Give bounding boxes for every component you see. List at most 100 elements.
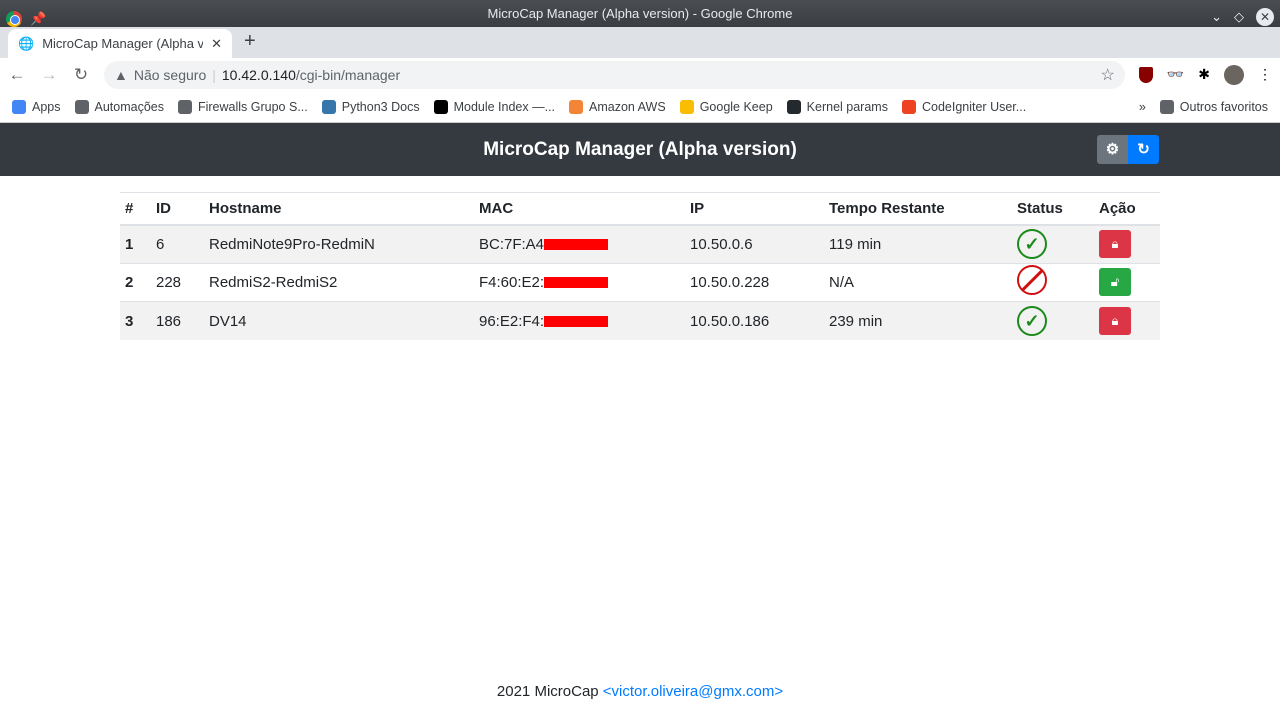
- forward-icon[interactable]: →: [40, 65, 58, 85]
- maximize-icon[interactable]: ◇: [1234, 3, 1244, 30]
- apps-grid-icon: [12, 99, 26, 114]
- settings-button[interactable]: ⚙: [1097, 135, 1128, 164]
- mac: F4:60:E2:: [479, 273, 545, 291]
- device-id: 186: [151, 301, 204, 340]
- page-title: MicroCap Manager (Alpha version): [483, 139, 797, 160]
- folder-icon: [74, 99, 89, 114]
- minimize-icon[interactable]: ⌄: [1211, 3, 1222, 30]
- bookmark-item[interactable]: Module Index —...: [433, 99, 555, 114]
- redaction-bar: [544, 316, 609, 328]
- close-tab-icon[interactable]: ✕: [211, 36, 222, 52]
- footer: 2021 MicroCap <victor.oliveira@gmx.com>: [0, 683, 1280, 700]
- mac-cell: F4:60:E2:: [474, 262, 685, 302]
- codeigniter-icon: [901, 99, 916, 114]
- extensions-puzzle-icon[interactable]: ✱: [1198, 66, 1210, 83]
- table-row: 3 186 DV14 96:E2:F4: 10.50.0.186 239 min…: [120, 301, 1160, 340]
- ip: 10.50.0.228: [685, 262, 824, 302]
- window-titlebar: 📌 MicroCap Manager (Alpha version) - Goo…: [0, 0, 1280, 27]
- device-id: 6: [151, 224, 204, 263]
- table-row: 2 228 RedmiS2-RedmiS2 F4:60:E2: 10.50.0.…: [120, 262, 1160, 302]
- column-header: #: [120, 192, 151, 226]
- table-row: 1 6 RedmiNote9Pro-RedmiN BC:7F:A4 10.50.…: [120, 224, 1160, 263]
- lock-button[interactable]: 🔒︎: [1099, 307, 1131, 335]
- tab-title: MicroCap Manager (Alpha version): [42, 36, 204, 51]
- column-header: Hostname: [204, 192, 474, 226]
- ban-icon: [1017, 265, 1047, 296]
- globe-icon: 🌐: [18, 35, 35, 51]
- column-header: ID: [151, 192, 204, 226]
- column-header: Tempo Restante: [824, 192, 1012, 226]
- new-tab-button[interactable]: +: [244, 30, 256, 53]
- ublock-icon[interactable]: [1138, 66, 1153, 83]
- tab-strip: 🌐 MicroCap Manager (Alpha version) ✕ +: [0, 27, 1280, 58]
- column-header: IP: [685, 192, 824, 226]
- tab-microcap[interactable]: 🌐 MicroCap Manager (Alpha version) ✕: [8, 29, 232, 58]
- hostname: RedmiNote9Pro-RedmiN: [204, 224, 474, 263]
- bookmark-item[interactable]: Automações: [74, 99, 164, 114]
- footer-text: 2021 MicroCap: [496, 683, 603, 700]
- browser-toolbar: ← → ↻ ▲ Não seguro | 10.42.0.140/cgi-bin…: [0, 58, 1280, 91]
- column-header: Status: [1012, 192, 1094, 226]
- app-header: MicroCap Manager (Alpha version) ⚙ ↻: [0, 123, 1280, 176]
- folder-icon: [1159, 99, 1174, 114]
- author-email-link[interactable]: <victor.oliveira@gmx.com>: [603, 683, 783, 700]
- mac-cell: BC:7F:A4: [474, 224, 685, 263]
- bookmark-item[interactable]: CodeIgniter User...: [901, 99, 1026, 114]
- profile-avatar[interactable]: [1224, 64, 1244, 85]
- action-cell: 🔓︎: [1094, 262, 1160, 302]
- unlock-button[interactable]: 🔓︎: [1099, 268, 1131, 297]
- status-cell: [1012, 262, 1094, 302]
- security-label: Não seguro: [133, 66, 207, 83]
- refresh-button[interactable]: ↻: [1128, 135, 1159, 164]
- python-icon: [321, 99, 336, 114]
- bookmarks-bar: Apps Automações Firewalls Grupo S... Python…: [0, 91, 1280, 123]
- github-icon: [786, 99, 801, 114]
- chrome-logo-icon: [6, 10, 22, 27]
- time-remaining: 119 min: [824, 224, 1012, 263]
- ip: 10.50.0.186: [685, 301, 824, 340]
- reload-icon[interactable]: ↻: [72, 65, 90, 85]
- bookmark-item[interactable]: Amazon AWS: [569, 99, 666, 114]
- device-id: 228: [151, 262, 204, 302]
- status-cell: ✓: [1012, 224, 1094, 263]
- hostname: RedmiS2-RedmiS2: [204, 262, 474, 302]
- window-title: MicroCap Manager (Alpha version) - Googl…: [487, 6, 793, 21]
- bookmark-item[interactable]: Python3 Docs: [321, 99, 420, 114]
- row-number: 3: [120, 301, 151, 340]
- other-bookmarks[interactable]: Outros favoritos: [1159, 99, 1268, 114]
- column-header: MAC: [474, 192, 685, 226]
- back-icon[interactable]: ←: [8, 65, 26, 85]
- url-path: /cgi-bin/manager: [295, 66, 401, 83]
- row-number: 1: [120, 224, 151, 263]
- bookmark-item[interactable]: Google Keep: [679, 99, 773, 114]
- extension-mask-icon[interactable]: 👓: [1167, 66, 1184, 83]
- hostname: DV14: [204, 301, 474, 340]
- check-circle-icon: ✓: [1017, 229, 1047, 259]
- action-cell: 🔒︎: [1094, 301, 1160, 340]
- keep-icon: [679, 99, 694, 114]
- bookmark-item[interactable]: Kernel params: [786, 99, 888, 114]
- warning-icon: ▲: [114, 66, 128, 83]
- lock-button[interactable]: 🔒︎: [1099, 230, 1131, 258]
- mac: 96:E2:F4:: [479, 312, 545, 330]
- address-bar[interactable]: ▲ Não seguro | 10.42.0.140/cgi-bin/manag…: [104, 60, 1125, 89]
- action-cell: 🔒︎: [1094, 224, 1160, 263]
- mac-cell: 96:E2:F4:: [474, 301, 685, 340]
- aws-icon: [569, 99, 584, 114]
- bookmark-item[interactable]: Apps: [12, 99, 61, 114]
- row-number: 2: [120, 262, 151, 302]
- bookmark-item[interactable]: Firewalls Grupo S...: [177, 99, 308, 114]
- redaction-bar: [544, 239, 609, 251]
- more-bookmarks-icon[interactable]: »: [1139, 100, 1146, 114]
- check-circle-icon: ✓: [1017, 306, 1047, 336]
- devices-table: # ID Hostname MAC IP Tempo Restante Status Ação…: [120, 192, 1160, 340]
- ip: 10.50.0.6: [685, 224, 824, 263]
- status-cell: ✓: [1012, 301, 1094, 340]
- ansible-icon: [433, 99, 448, 114]
- mac: BC:7F:A4: [479, 235, 545, 253]
- bookmark-star-icon[interactable]: ☆: [1100, 65, 1114, 85]
- close-window-icon[interactable]: ✕: [1256, 7, 1274, 26]
- redaction-bar: [544, 277, 609, 289]
- column-header: Ação: [1094, 192, 1160, 226]
- menu-icon[interactable]: ⋮: [1258, 66, 1272, 83]
